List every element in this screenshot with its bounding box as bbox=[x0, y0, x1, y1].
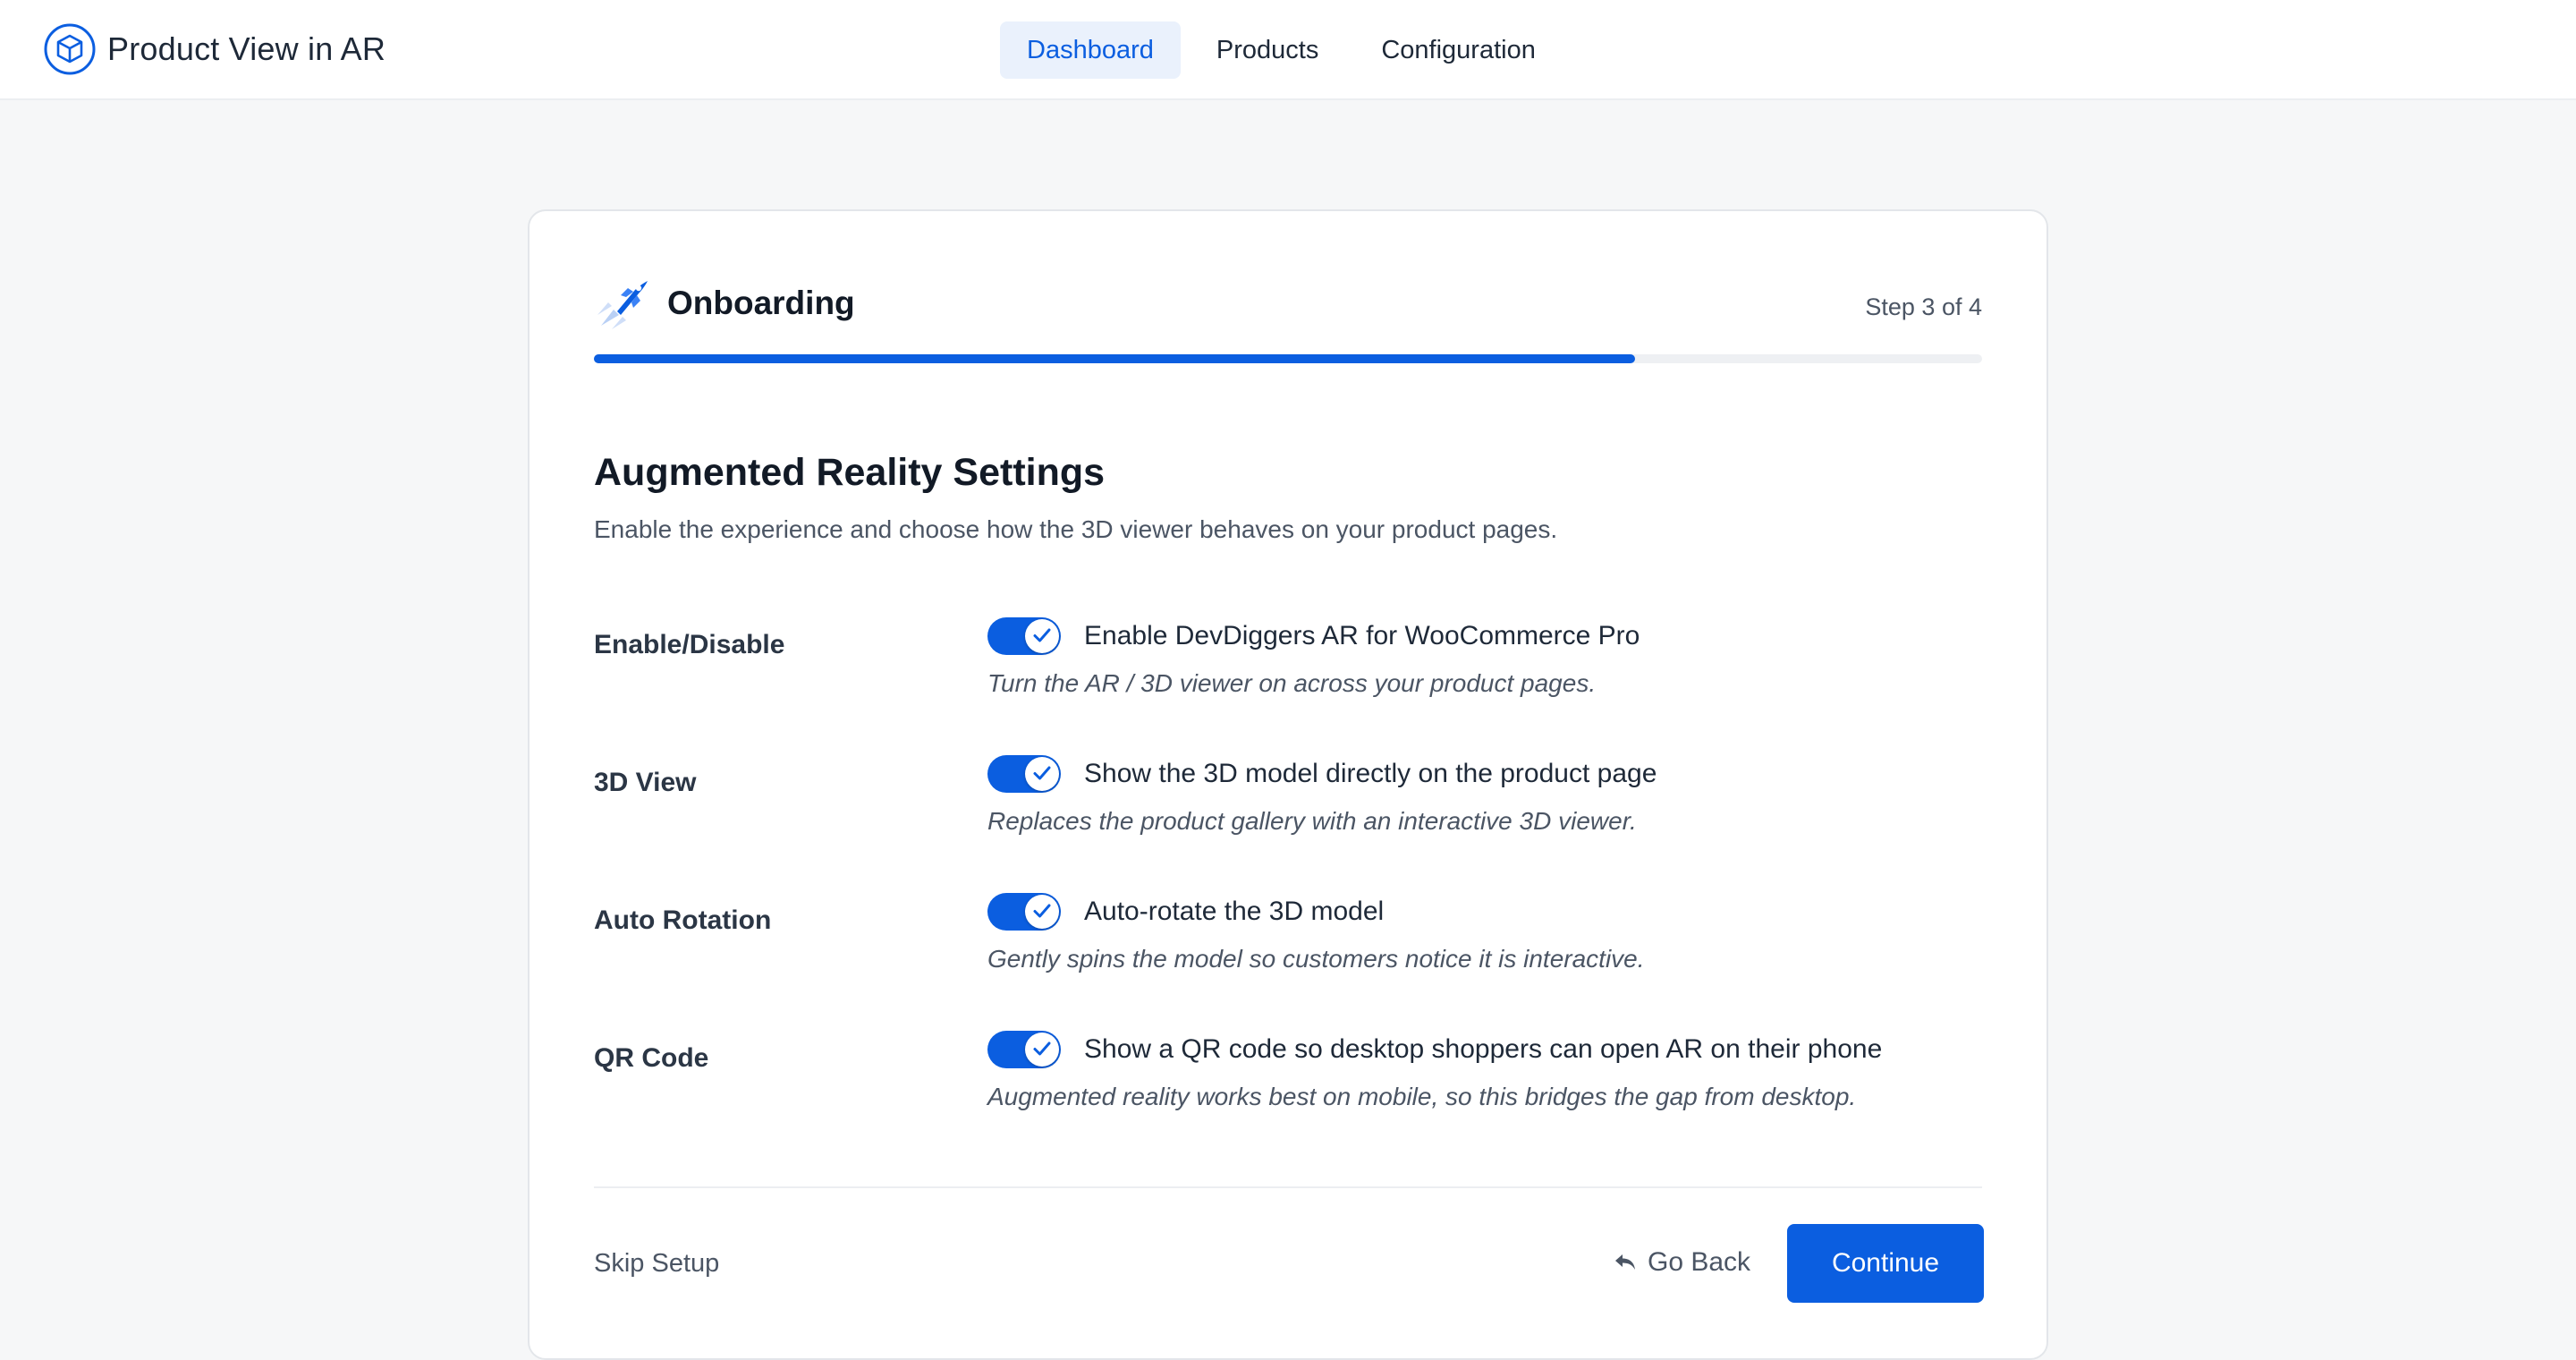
footer-divider bbox=[594, 1186, 1982, 1188]
go-back-button[interactable]: Go Back bbox=[1612, 1240, 1750, 1285]
setting-text: Show the 3D model directly on the produc… bbox=[1084, 759, 1657, 788]
brand[interactable]: Product View in AR bbox=[43, 21, 386, 77]
go-back-label: Go Back bbox=[1648, 1247, 1751, 1277]
step-indicator: Step 3 of 4 bbox=[1865, 293, 1982, 320]
onboarding-title: Onboarding bbox=[667, 285, 855, 321]
setting-text: Auto-rotate the 3D model bbox=[1084, 897, 1385, 926]
section-title: Augmented Reality Settings bbox=[594, 451, 1106, 494]
setting-help: Augmented reality works best on mobile, … bbox=[987, 1083, 1857, 1110]
section-description: Enable the experience and choose how the… bbox=[594, 515, 1558, 543]
reply-arrow-icon bbox=[1615, 1254, 1635, 1270]
progress-fill bbox=[594, 354, 1635, 363]
check-icon bbox=[1033, 766, 1051, 780]
setting-auto-rotation: Auto Rotation Auto-rotate the 3D model G… bbox=[594, 893, 1982, 1031]
check-icon bbox=[1033, 904, 1051, 918]
card-header: Onboarding Step 3 of 4 bbox=[594, 276, 1982, 333]
tab-products[interactable]: Products bbox=[1190, 21, 1345, 79]
setting-label: Enable/Disable bbox=[594, 630, 785, 659]
toggle-knob bbox=[1025, 895, 1059, 929]
tab-configuration[interactable]: Configuration bbox=[1354, 21, 1563, 79]
setting-text: Show a QR code so desktop shoppers can o… bbox=[1084, 1034, 1883, 1064]
setting-label: Auto Rotation bbox=[594, 905, 772, 935]
qr-code-toggle[interactable] bbox=[987, 1031, 1061, 1068]
top-bar: Product View in AR Dashboard Products Co… bbox=[0, 0, 2576, 100]
rocket-icon bbox=[597, 281, 648, 329]
auto-rotation-toggle[interactable] bbox=[987, 893, 1061, 931]
app-title: Product View in AR bbox=[107, 30, 386, 67]
check-icon bbox=[1033, 1041, 1051, 1056]
progress-bar bbox=[594, 354, 1982, 363]
toggle-knob bbox=[1025, 619, 1059, 653]
onboarding-card: Onboarding Step 3 of 4 Augmented Reality… bbox=[528, 209, 2048, 1360]
toggle-knob bbox=[1025, 1033, 1059, 1067]
cube-icon bbox=[44, 23, 96, 75]
main-nav: Dashboard Products Configuration bbox=[1000, 21, 1572, 79]
check-icon bbox=[1033, 628, 1051, 642]
settings-list: Enable/Disable Enable DevDiggers AR for … bbox=[594, 617, 1982, 1169]
tab-dashboard[interactable]: Dashboard bbox=[1000, 21, 1181, 79]
setting-text: Enable DevDiggers AR for WooCommerce Pro bbox=[1084, 621, 1640, 650]
setting-help: Turn the AR / 3D viewer on across your p… bbox=[987, 669, 1597, 697]
setting-label: QR Code bbox=[594, 1043, 709, 1073]
setting-help: Gently spins the model so customers noti… bbox=[987, 945, 1645, 973]
skip-setup-link[interactable]: Skip Setup bbox=[594, 1249, 719, 1279]
toggle-knob bbox=[1025, 757, 1059, 791]
setting-qr-code: QR Code Show a QR code so desktop shoppe… bbox=[594, 1031, 1982, 1169]
continue-button[interactable]: Continue bbox=[1787, 1224, 1984, 1303]
enable-toggle[interactable] bbox=[987, 617, 1061, 655]
setting-enable-disable: Enable/Disable Enable DevDiggers AR for … bbox=[594, 617, 1982, 755]
setting-help: Replaces the product gallery with an int… bbox=[987, 807, 1637, 835]
3d-view-toggle[interactable] bbox=[987, 755, 1061, 793]
setting-3d-view: 3D View Show the 3D model directly on th… bbox=[594, 755, 1982, 893]
setting-label: 3D View bbox=[594, 768, 697, 797]
